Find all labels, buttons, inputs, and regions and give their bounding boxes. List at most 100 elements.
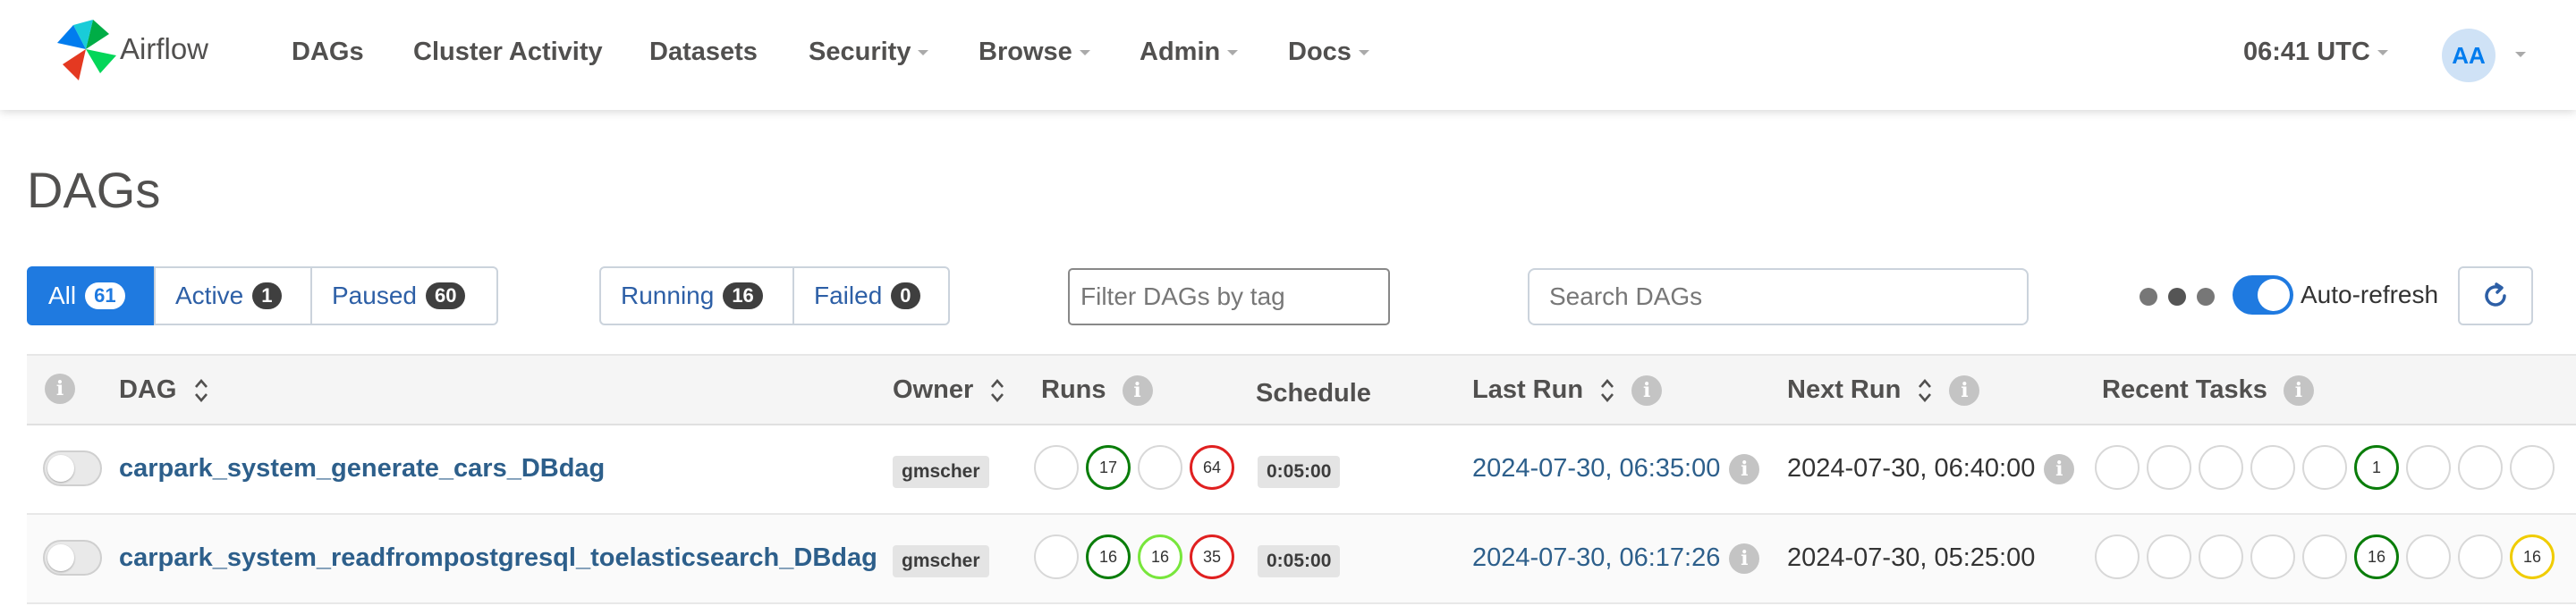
run-state-circle[interactable]	[1034, 445, 1079, 490]
dag-pause-toggle[interactable]	[43, 540, 102, 576]
filter-running-label: Running	[621, 282, 715, 309]
owner-badge[interactable]: gmscher	[893, 456, 989, 488]
task-state-circle[interactable]	[2302, 534, 2347, 579]
task-state-circle[interactable]	[2199, 534, 2243, 579]
task-state-circle[interactable]	[2458, 534, 2503, 579]
header-dag[interactable]: DAG	[119, 375, 209, 405]
filter-active-button[interactable]: Active 1	[154, 266, 312, 325]
header-recent-tasks-label: Recent Tasks	[2102, 375, 2267, 404]
task-state-circle[interactable]	[2406, 534, 2451, 579]
info-icon[interactable]: i	[1122, 375, 1153, 407]
task-state-circle[interactable]	[2406, 445, 2451, 490]
filter-all-count: 61	[85, 282, 125, 309]
task-state-circle[interactable]	[2095, 445, 2140, 490]
chevron-down-icon[interactable]	[2515, 52, 2526, 57]
sort-icon	[194, 379, 208, 403]
status-filter-group: All 61 Active 1 Paused 60	[27, 266, 498, 325]
dag-id-link[interactable]: carpark_system_generate_cars_DBdag	[119, 454, 605, 484]
run-state-circle[interactable]: 16	[1138, 534, 1182, 579]
nav-security[interactable]: Security	[809, 38, 929, 67]
loading-dot	[2197, 288, 2215, 306]
info-icon[interactable]: i	[1729, 543, 1760, 575]
info-icon[interactable]: i	[2283, 375, 2314, 407]
info-icon[interactable]: i	[45, 374, 75, 404]
nav-browse[interactable]: Browse	[979, 38, 1090, 67]
header-owner[interactable]: Owner	[893, 375, 1005, 405]
schedule-badge[interactable]: 0:05:00	[1258, 456, 1341, 488]
filter-running-button[interactable]: Running 16	[599, 266, 794, 325]
header-last-run-label: Last Run	[1472, 375, 1584, 404]
task-state-circle[interactable]: 16	[2354, 534, 2399, 579]
nav-security-label: Security	[809, 38, 911, 66]
refresh-button[interactable]	[2458, 266, 2533, 325]
run-state-filter-group: Running 16 Failed 0	[599, 266, 950, 325]
header-next-run[interactable]: Next Run i	[1787, 375, 1980, 407]
info-icon[interactable]: i	[1949, 375, 1980, 407]
owner-badge[interactable]: gmscher	[893, 545, 989, 577]
schedule-badge[interactable]: 0:05:00	[1258, 545, 1341, 577]
header-runs-label: Runs	[1041, 375, 1106, 404]
sort-icon	[1601, 379, 1614, 403]
refresh-icon	[2485, 282, 2506, 307]
task-state-circle[interactable]: 16	[2510, 534, 2555, 579]
run-state-circle[interactable]: 64	[1190, 445, 1234, 490]
header-dag-label: DAG	[119, 375, 177, 404]
task-state-circle[interactable]	[2510, 445, 2555, 490]
header-last-run[interactable]: Last Run i	[1472, 375, 1663, 407]
filter-running-count: 16	[723, 282, 763, 309]
auto-refresh-label: Auto-refresh	[2301, 281, 2439, 308]
page-title: DAGs	[27, 162, 161, 218]
run-state-circle[interactable]	[1034, 534, 1079, 579]
nav-dags[interactable]: DAGs	[292, 38, 364, 67]
filter-paused-button[interactable]: Paused 60	[310, 266, 498, 325]
task-state-circle[interactable]	[2199, 445, 2243, 490]
filter-active-count: 1	[252, 282, 282, 309]
nav-admin[interactable]: Admin	[1140, 38, 1239, 67]
nav-datasets[interactable]: Datasets	[649, 38, 758, 67]
task-state-circle[interactable]	[2250, 534, 2295, 579]
task-state-circle[interactable]	[2147, 534, 2191, 579]
next-run-value: 2024-07-30, 06:40:00 i	[1787, 454, 2075, 485]
last-run-value: 2024-07-30, 06:17:26	[1472, 543, 1721, 572]
brand-name[interactable]: Airflow	[120, 32, 208, 66]
filter-active-label: Active	[175, 282, 244, 309]
run-state-circle[interactable]	[1138, 445, 1182, 490]
auto-refresh-toggle[interactable]	[2233, 275, 2293, 315]
info-icon[interactable]: i	[1729, 454, 1760, 485]
nav-docs-label: Docs	[1288, 38, 1352, 66]
filter-failed-button[interactable]: Failed 0	[792, 266, 950, 325]
dag-pause-toggle[interactable]	[43, 450, 102, 486]
chevron-down-icon	[1227, 50, 1239, 56]
chevron-down-icon	[1079, 50, 1090, 56]
header-owner-label: Owner	[893, 375, 974, 404]
task-state-circle[interactable]	[2302, 445, 2347, 490]
filter-paused-count: 60	[425, 282, 466, 309]
tag-filter-input[interactable]	[1068, 268, 1390, 325]
run-state-circle[interactable]: 35	[1190, 534, 1234, 579]
run-state-circle[interactable]: 16	[1086, 534, 1131, 579]
task-state-circle[interactable]	[2147, 445, 2191, 490]
next-run-text: 2024-07-30, 06:40:00	[1787, 454, 2036, 483]
run-state-circle[interactable]: 17	[1086, 445, 1131, 490]
header-runs: Runs i	[1041, 375, 1153, 407]
user-avatar[interactable]: AA	[2442, 29, 2496, 82]
filter-all-button[interactable]: All 61	[27, 266, 156, 325]
task-state-circle[interactable]: 1	[2354, 445, 2399, 490]
table-row: carpark_system_readfrompostgresql_toelas…	[27, 515, 2576, 604]
dag-id-link[interactable]: carpark_system_readfrompostgresql_toelas…	[119, 543, 877, 573]
task-state-circle[interactable]	[2250, 445, 2295, 490]
search-dags-input[interactable]	[1528, 268, 2029, 325]
task-state-circle[interactable]	[2458, 445, 2503, 490]
navbar: Airflow DAGs Cluster Activity Datasets S…	[0, 0, 2576, 110]
task-state-circle[interactable]	[2095, 534, 2140, 579]
last-run-link[interactable]: 2024-07-30, 06:35:00 i	[1472, 454, 1760, 485]
nav-docs[interactable]: Docs	[1288, 38, 1369, 67]
info-icon[interactable]: i	[2044, 454, 2075, 485]
last-run-link[interactable]: 2024-07-30, 06:17:26 i	[1472, 543, 1760, 575]
airflow-logo-icon[interactable]	[50, 16, 123, 82]
last-run-value: 2024-07-30, 06:35:00	[1472, 454, 1721, 483]
info-icon[interactable]: i	[1631, 375, 1663, 407]
filter-paused-label: Paused	[332, 282, 417, 309]
utc-clock[interactable]: 06:41 UTC	[2243, 38, 2388, 67]
nav-cluster-activity[interactable]: Cluster Activity	[413, 38, 603, 67]
